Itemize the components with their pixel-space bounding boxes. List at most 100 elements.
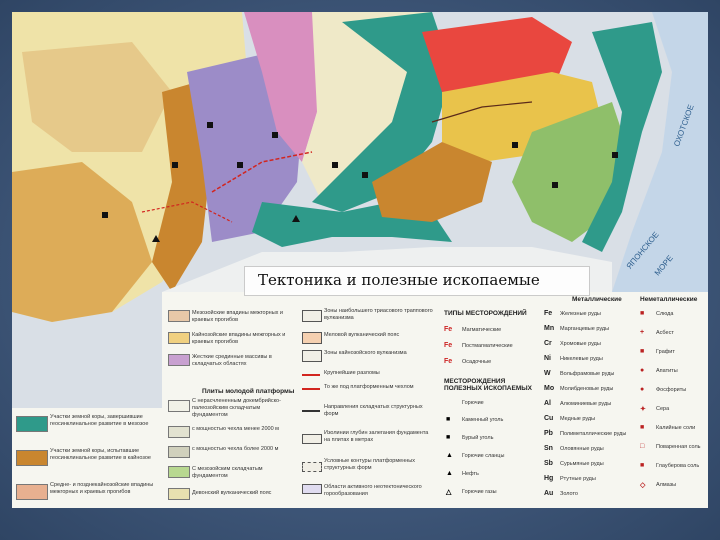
legend-text: Жесткие срединные массивы в складчатых о… [192,354,272,367]
legend-swatch [16,416,48,432]
deposit-marker [332,162,338,168]
legend-text: Полиметаллические руды [560,431,627,437]
legend-text: с мощностью чехла более 2000 м [192,446,279,452]
legend-symbol: □ [640,443,645,450]
legend-text: Нефть [462,471,479,477]
legend-symbol: Mo [544,385,555,392]
legend-swatch [168,400,190,412]
legend-symbol: Sb [544,460,553,467]
legend-symbol [302,310,322,322]
legend-symbol: Hg [544,475,554,482]
legend-text: Золото [560,491,578,497]
legend-text: С мезозойским складчатым фундаментом [192,466,263,479]
legend-heading: ТИПЫ МЕСТОРОЖДЕНИЙ [444,310,527,317]
legend-text: Сера [656,406,670,412]
legend-text: Меловой вулканический пояс [324,332,400,338]
legend-text: Глауберова соль [656,463,700,469]
deposit-marker [552,182,558,188]
legend-text: Мезозойские впадины межгорных и краевых … [192,310,284,323]
legend-symbol: ■ [446,416,451,423]
legend-text: Марганцевые руды [560,326,610,332]
legend-symbol: Ni [544,355,551,362]
legend-text: Фосфориты [656,387,687,393]
legend-symbol [302,350,322,362]
legend-text: Осадочные [462,359,492,365]
legend-text: Условные контуры платформенных структурн… [324,458,415,471]
legend-symbol: ■ [640,310,645,317]
legend-left-lower: Участки земной коры, завершившие геосинк… [12,408,162,508]
legend-swatch [168,466,190,478]
legend-text: Области активного неотектонического горо… [324,484,422,497]
legend-swatch [16,450,48,466]
deposit-marker [207,122,213,128]
legend-text: Молибденовые руды [560,386,614,392]
legend-swatch [168,354,190,366]
legend-symbol: Au [544,490,554,497]
legend-text: Ртутные руды [560,476,596,482]
legend-symbol: Pb [544,430,553,437]
legend-text: Медные руды [560,416,596,422]
legend-text: Алюминиевые руды [560,401,612,407]
deposit-marker [237,162,243,168]
legend-text: Сурьмяные руды [560,461,604,467]
legend-symbol: Fe [444,326,453,333]
legend-symbol [302,462,322,472]
legend-symbol: ■ [446,434,451,441]
legend-text: Зоны кайнозойского вулканизма [324,350,407,356]
slide: ЯПОНСКОЕ МОРЕ ОХОТСКОЕ Мезозойские впади… [12,12,708,508]
legend-symbol: Fe [544,310,553,317]
legend-text: Поваренная соль [656,444,701,450]
legend-text: с мощностью чехла менее 2000 м [192,426,279,432]
legend-text: Кайнозойские впадины межгорных и краевых… [192,332,286,345]
legend-text: Зоны наибольшего триасового траппового в… [324,308,433,321]
legend-text: Магматические [462,327,502,333]
legend-symbol: Fe [444,342,453,349]
deposit-marker [512,142,518,148]
legend-symbol: ▲ [446,470,453,477]
legend-symbol: ● [640,367,645,374]
legend-heading: Плиты молодой платформы [202,388,295,395]
deposit-marker [102,212,108,218]
legend-text: Горючие сланцы [462,453,505,459]
legend-symbol: Cr [544,340,552,347]
legend-swatch [16,484,48,500]
deposit-marker [362,172,368,178]
legend-symbol: ◇ [640,482,646,489]
legend-text: То же под платформенным чехлом [324,384,414,390]
legend-symbol: ✦ [640,406,646,413]
legend-symbol: ● [640,386,645,393]
legend-text: Постмагматические [462,343,513,349]
legend-swatch [168,488,190,500]
legend-symbol: △ [446,489,452,496]
legend-text: Каменный уголь [462,417,504,423]
legend-swatch [168,310,190,322]
legend-symbol: W [544,370,551,377]
legend-symbol: Sn [544,445,553,452]
legend-symbol [302,374,320,376]
legend-text: Девонский вулканический пояс [192,490,272,496]
legend-swatch [168,332,190,344]
legend-heading: Металлические [572,296,622,303]
legend-text: Направления складчатых структурных форм [324,404,423,417]
slide-frame: ЯПОНСКОЕ МОРЕ ОХОТСКОЕ Мезозойские впади… [0,0,720,540]
legend-symbol: ■ [640,424,645,431]
legend-text: Графит [656,349,675,355]
legend-symbol: Cu [544,415,554,422]
legend-symbol [302,484,322,494]
legend-text: С нерасчлененным докембрийско-палеозойск… [192,398,281,418]
legend-text: Горючие газы [462,489,497,495]
page-title: Тектоника и полезные ископаемые [258,271,540,289]
legend-symbol: ■ [640,348,645,355]
legend-symbol [302,410,320,412]
legend-symbol: Fe [444,358,453,365]
deposit-marker [172,162,178,168]
legend-swatch [168,446,190,458]
legend-text: Бурый уголь [462,435,494,441]
legend-text: Железные руды [560,311,601,317]
legend-text: Хромовые руды [560,341,601,347]
legend-subheading: Горючие [462,400,484,406]
legend-text: Никелевые руды [560,356,603,362]
legend-symbol [302,332,322,344]
legend-text: Вольфрамовые руды [560,371,615,377]
legend-text: Участки земной коры, завершившие геосинк… [50,414,149,427]
